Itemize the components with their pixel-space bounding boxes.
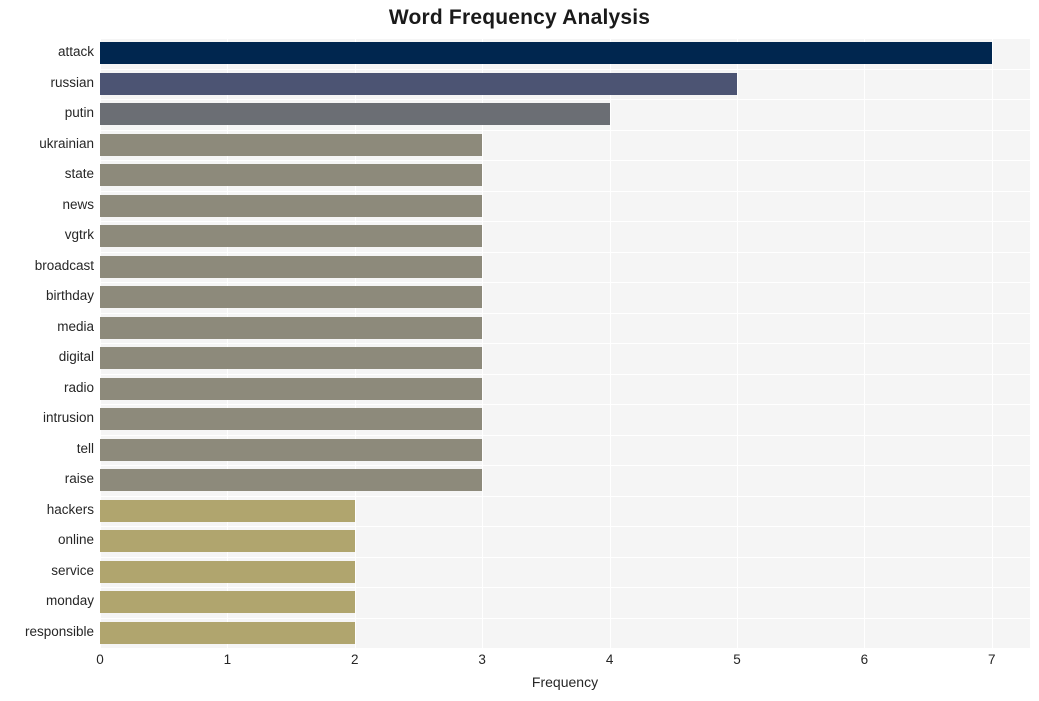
x-axis-tick-label: 6 bbox=[860, 652, 869, 667]
y-axis-tick-label: intrusion bbox=[42, 410, 94, 426]
gridline-horizontal bbox=[100, 99, 1030, 100]
gridline-horizontal bbox=[100, 374, 1030, 375]
y-axis-tick-label: responsible bbox=[24, 623, 94, 639]
x-axis-tick-label: 7 bbox=[988, 652, 996, 667]
gridline-horizontal bbox=[100, 221, 1030, 222]
gridline-vertical bbox=[482, 38, 484, 648]
y-axis-tick-label: birthday bbox=[45, 288, 94, 304]
gridline-horizontal bbox=[100, 252, 1030, 253]
x-axis-tick-label: 0 bbox=[96, 652, 104, 667]
x-axis-title: Frequency bbox=[531, 674, 599, 690]
y-axis-tick-label: attack bbox=[57, 44, 94, 60]
y-axis-tick-label: tell bbox=[76, 440, 94, 456]
gridline-horizontal bbox=[100, 618, 1030, 619]
gridline-horizontal bbox=[100, 496, 1030, 497]
gridline-horizontal bbox=[100, 343, 1030, 344]
gridline-horizontal bbox=[100, 404, 1030, 405]
gridline-vertical bbox=[227, 38, 229, 648]
y-axis-tick-labels: attack russian putin ukrainian state news vgtr… bbox=[0, 38, 94, 648]
bar[interactable] bbox=[100, 164, 483, 187]
gridline-vertical bbox=[609, 38, 611, 648]
bar[interactable] bbox=[100, 103, 610, 126]
y-axis-tick-label: putin bbox=[64, 105, 94, 121]
y-axis-tick-label: russian bbox=[50, 74, 94, 90]
bar[interactable] bbox=[100, 530, 355, 553]
bar[interactable] bbox=[100, 133, 483, 156]
bar[interactable] bbox=[100, 225, 483, 248]
gridline-horizontal bbox=[100, 557, 1030, 558]
word-frequency-bar-chart: Word Frequency Analysis attack russian put… bbox=[0, 0, 1039, 701]
x-axis-tick-labels: 0 1 2 3 4 5 6 7 bbox=[96, 652, 1030, 672]
y-axis-tick-label: media bbox=[57, 318, 94, 334]
y-axis-tick-label: online bbox=[57, 532, 94, 548]
gridline-horizontal bbox=[100, 313, 1030, 314]
bar[interactable] bbox=[100, 469, 483, 492]
gridline-horizontal bbox=[100, 465, 1030, 466]
x-axis-tick-label: 2 bbox=[351, 652, 359, 667]
bar[interactable] bbox=[100, 286, 483, 309]
bar[interactable] bbox=[100, 438, 483, 461]
gridline-horizontal bbox=[100, 38, 1030, 39]
y-axis-tick-label: vgtrk bbox=[64, 227, 94, 243]
x-axis-tick-label: 1 bbox=[223, 652, 232, 667]
bar[interactable] bbox=[100, 316, 483, 339]
y-axis-tick-label: broadcast bbox=[34, 257, 94, 273]
plot-area bbox=[100, 38, 1030, 649]
chart-title: Word Frequency Analysis bbox=[388, 6, 651, 29]
y-axis-tick-label: monday bbox=[45, 593, 94, 609]
x-axis-tick-label: 5 bbox=[733, 652, 741, 667]
gridline-horizontal bbox=[100, 435, 1030, 436]
bar[interactable] bbox=[100, 499, 355, 522]
gridline-horizontal bbox=[100, 587, 1030, 588]
bar[interactable] bbox=[100, 408, 483, 431]
gridline-vertical bbox=[736, 38, 738, 648]
bar[interactable] bbox=[100, 621, 355, 644]
gridline-vertical bbox=[864, 38, 866, 648]
gridline-horizontal bbox=[100, 191, 1030, 192]
x-axis-tick-label: 3 bbox=[478, 652, 486, 667]
x-axis-tick-label: 4 bbox=[605, 652, 614, 667]
y-axis-tick-label: ukrainian bbox=[39, 135, 94, 151]
y-axis-tick-label: digital bbox=[58, 349, 94, 365]
y-axis-tick-label: state bbox=[64, 166, 94, 182]
bar[interactable] bbox=[100, 72, 737, 95]
y-axis-tick-label: service bbox=[51, 562, 94, 578]
gridline-horizontal bbox=[100, 160, 1030, 161]
bar[interactable] bbox=[100, 194, 483, 217]
bar[interactable] bbox=[100, 347, 483, 370]
bar[interactable] bbox=[100, 377, 483, 400]
gridline-horizontal bbox=[100, 282, 1030, 283]
y-axis-tick-label: radio bbox=[63, 379, 94, 395]
gridline-horizontal bbox=[100, 648, 1030, 649]
gridline-horizontal bbox=[100, 130, 1030, 131]
gridline-horizontal bbox=[100, 69, 1030, 70]
bar[interactable] bbox=[100, 42, 992, 65]
gridline-vertical bbox=[991, 38, 993, 648]
bar[interactable] bbox=[100, 591, 355, 614]
y-axis-tick-label: raise bbox=[64, 471, 94, 487]
gridline-vertical bbox=[354, 38, 356, 648]
bar[interactable] bbox=[100, 560, 355, 583]
gridline-horizontal bbox=[100, 526, 1030, 527]
y-axis-tick-label: hackers bbox=[46, 501, 94, 517]
y-axis-tick-label: news bbox=[62, 196, 94, 212]
bar[interactable] bbox=[100, 255, 483, 278]
gridline-vertical bbox=[100, 38, 101, 648]
